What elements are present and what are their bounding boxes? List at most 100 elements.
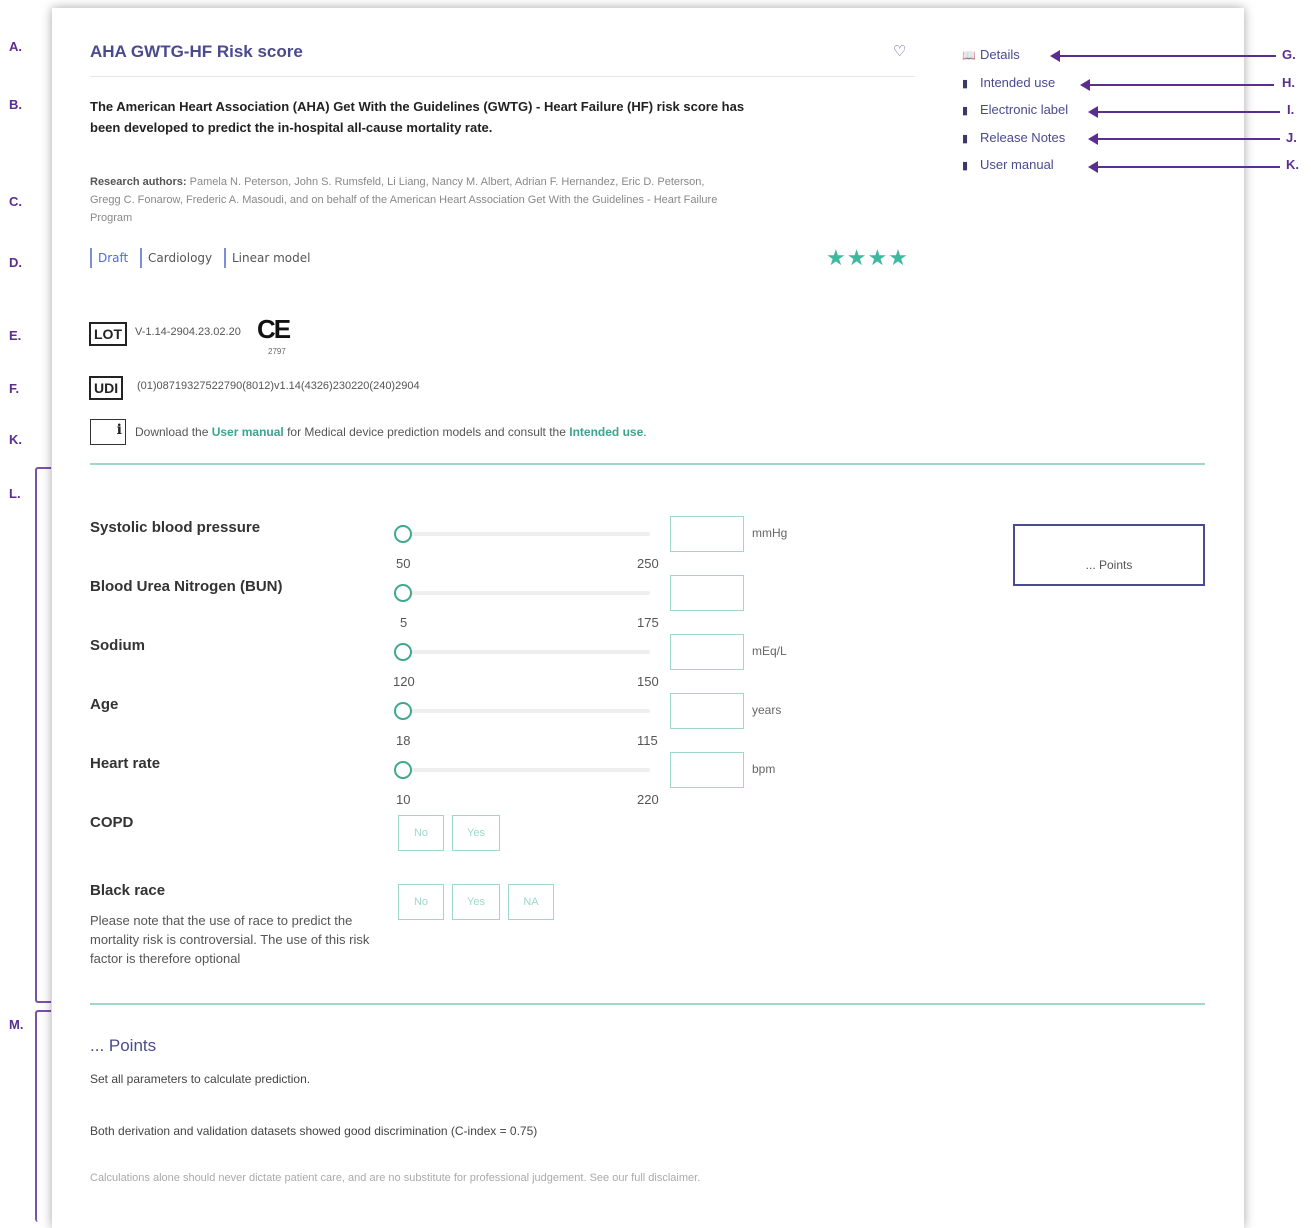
annotation-g: G.	[1282, 47, 1296, 62]
arrow-h	[1080, 79, 1274, 91]
section-divider-top	[90, 463, 1205, 465]
unit-systolic: mmHg	[752, 526, 788, 540]
input-bun[interactable]	[670, 575, 744, 611]
link-electronic-label-label: Electronic label	[980, 102, 1069, 117]
manual-prefix: Download the	[135, 425, 212, 439]
document-icon: ▮	[962, 105, 969, 117]
link-intended-use-label: Intended use	[980, 75, 1056, 90]
lot-symbol: LOT	[89, 322, 127, 346]
link-details-label: Details	[980, 47, 1020, 62]
param-label-heart-rate: Heart rate	[90, 755, 161, 772]
annotation-m: M.	[9, 1017, 24, 1032]
page-title: AHA GWTG-HF Risk score	[90, 42, 303, 61]
unit-sodium: mEq/L	[752, 644, 787, 658]
unit-heart-rate: bpm	[752, 762, 776, 776]
udi-symbol: UDI	[89, 376, 124, 400]
min-sodium: 120	[393, 674, 415, 689]
max-age: 115	[637, 733, 658, 748]
annotation-k-right: K.	[1286, 157, 1299, 172]
link-intended-use[interactable]: ▮ Intended use	[962, 75, 1055, 90]
copd-no-button[interactable]: No	[398, 815, 444, 851]
manual-notice: Download the User manual for Medical dev…	[135, 425, 647, 439]
udi-value: (01)08719327522790(8012)v1.14(4326)23022…	[137, 380, 420, 392]
link-electronic-label[interactable]: ▮ Electronic label	[962, 102, 1068, 117]
validation-note: Both derivation and validation datasets …	[90, 1124, 538, 1138]
user-manual-link[interactable]: User manual	[212, 425, 284, 439]
annotation-c: C.	[9, 194, 22, 209]
disclaimer: Calculations alone should never dictate …	[90, 1172, 701, 1184]
slider-handle[interactable]	[394, 702, 412, 720]
annotation-b: B.	[9, 97, 22, 112]
slider-heart-rate[interactable]	[394, 761, 650, 779]
param-label-bun: Blood Urea Nitrogen (BUN)	[90, 578, 283, 595]
copd-yes-button[interactable]: Yes	[452, 815, 500, 851]
annotation-f: F.	[9, 381, 20, 396]
slider-bun[interactable]	[394, 584, 650, 602]
heart-icon[interactable]: ♡	[893, 42, 906, 60]
link-details[interactable]: 📖 Details	[962, 47, 1020, 62]
max-systolic: 250	[637, 556, 659, 571]
slider-sodium[interactable]	[394, 643, 650, 661]
link-release-notes-label: Release Notes	[980, 130, 1066, 145]
annotation-k-left: K.	[9, 432, 22, 447]
arrow-i	[1088, 106, 1280, 118]
arrow-k	[1088, 161, 1280, 173]
race-yes-button[interactable]: Yes	[452, 884, 500, 920]
min-age: 18	[396, 733, 411, 748]
tag-draft: Draft	[90, 248, 134, 268]
annotation-a: A.	[9, 39, 22, 54]
book-icon: 📖	[962, 50, 976, 62]
document-icon: ▮	[962, 133, 969, 145]
link-release-notes[interactable]: ▮ Release Notes	[962, 130, 1065, 145]
annotation-e: E.	[9, 328, 22, 343]
title-divider	[90, 76, 915, 77]
manual-suffix: .	[643, 425, 647, 439]
tag-linear-model: Linear model	[224, 248, 316, 268]
unit-age: years	[752, 703, 782, 717]
input-sodium[interactable]	[670, 634, 744, 670]
input-age[interactable]	[670, 693, 744, 729]
arrow-j	[1088, 133, 1280, 145]
param-label-black-race: Black race	[90, 882, 166, 899]
annotation-l: L.	[9, 486, 21, 501]
tag-cardiology: Cardiology	[140, 248, 218, 268]
slider-handle[interactable]	[394, 643, 412, 661]
max-heart-rate: 220	[637, 792, 659, 807]
research-authors: Research authors: Pamela N. Peterson, Jo…	[90, 173, 720, 227]
arrow-g	[1050, 50, 1276, 62]
race-note: Please note that the use of race to pred…	[90, 913, 370, 966]
annotation-h: H.	[1282, 75, 1295, 90]
max-bun: 175	[637, 615, 659, 630]
slider-handle[interactable]	[394, 525, 412, 543]
race-na-button[interactable]: NA	[508, 884, 554, 920]
bracket-m	[35, 1010, 51, 1222]
result-prompt: Set all parameters to calculate predicti…	[90, 1072, 311, 1086]
annotation-d: D.	[9, 255, 22, 270]
instructions-book-icon: i	[90, 419, 126, 445]
slider-systolic[interactable]	[394, 525, 650, 543]
input-heart-rate[interactable]	[670, 752, 744, 788]
points-summary-text: ... Points	[1085, 558, 1133, 572]
slider-handle[interactable]	[394, 584, 412, 602]
link-user-manual-label: User manual	[980, 157, 1054, 172]
input-systolic[interactable]	[670, 516, 744, 552]
annotation-i: I.	[1287, 102, 1295, 117]
ce-mark: CE	[257, 314, 291, 344]
race-no-button[interactable]: No	[398, 884, 444, 920]
link-user-manual[interactable]: ▮ User manual	[962, 157, 1054, 172]
param-label-age: Age	[90, 696, 119, 713]
max-sodium: 150	[637, 674, 659, 689]
param-label-copd: COPD	[90, 814, 134, 831]
slider-age[interactable]	[394, 702, 650, 720]
intended-use-link[interactable]: Intended use	[569, 425, 643, 439]
min-heart-rate: 10	[396, 792, 411, 807]
manual-middle: for Medical device prediction models and…	[283, 425, 570, 439]
slider-handle[interactable]	[394, 761, 412, 779]
authors-label: Research authors:	[90, 176, 187, 188]
min-systolic: 50	[396, 556, 411, 571]
annotation-j: J.	[1286, 130, 1297, 145]
ce-number: 2797	[268, 347, 286, 356]
param-label-systolic: Systolic blood pressure	[90, 519, 261, 536]
rating-stars: ★★★★	[826, 245, 909, 270]
param-label-sodium: Sodium	[90, 637, 145, 654]
